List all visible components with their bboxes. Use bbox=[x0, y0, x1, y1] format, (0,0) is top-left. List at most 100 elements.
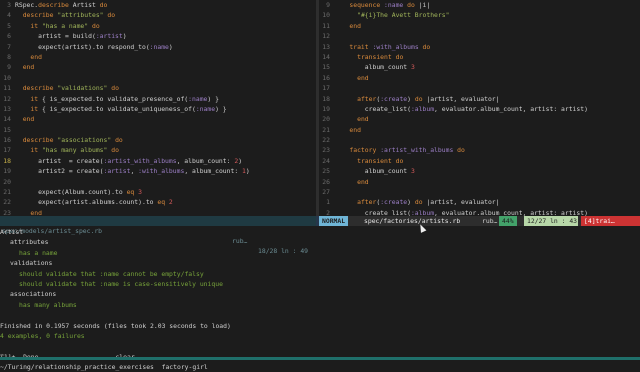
code-text[interactable]: create_list(:album, evaluator.album_coun… bbox=[334, 209, 588, 216]
code-line[interactable]: 22 expect(artist.albums.count).to eq 2 bbox=[0, 197, 316, 207]
code-line[interactable]: 21 end bbox=[319, 125, 640, 135]
code-line[interactable]: 4 describe "attributes" do bbox=[0, 10, 316, 20]
code-line[interactable]: 12 bbox=[319, 31, 640, 41]
code-text[interactable]: end bbox=[334, 126, 361, 134]
terminal-output[interactable]: Artist attributes has a name validations sho… bbox=[0, 227, 640, 371]
code-text[interactable]: trait :with_albums do bbox=[334, 43, 430, 51]
code-text[interactable]: describe "associations" do bbox=[15, 136, 123, 144]
line-number: 11 bbox=[322, 21, 330, 30]
code-text[interactable]: it { is_expected.to validate_presence_of… bbox=[15, 95, 219, 103]
code-line[interactable]: 15 album_count 3 bbox=[319, 62, 640, 72]
code-line[interactable]: 3 RSpec.describe Artist do bbox=[0, 0, 316, 10]
code-text[interactable]: it "has a name" do bbox=[15, 22, 99, 30]
code-text[interactable]: factory :artist_with_albums do bbox=[334, 146, 464, 154]
scroll-percent: 44% bbox=[499, 216, 517, 226]
code-text[interactable]: RSpec.describe Artist do bbox=[15, 1, 107, 9]
terminal-line: Artist bbox=[0, 228, 24, 236]
code-line[interactable]: 23 factory :artist_with_albums do bbox=[319, 145, 640, 155]
code-line[interactable]: 11 describe "validations" do bbox=[0, 83, 316, 93]
code-line[interactable]: 27 bbox=[319, 187, 640, 197]
code-line[interactable]: 20 bbox=[0, 177, 316, 187]
code-text[interactable]: artist = create(:artist_with_albums, alb… bbox=[15, 157, 242, 165]
right-status-file: spec/factories/artists.rb bbox=[364, 217, 461, 225]
code-line[interactable]: 18 after(:create) do |artist, evaluator| bbox=[319, 94, 640, 104]
code-line[interactable]: 25 album_count 3 bbox=[319, 166, 640, 176]
code-text[interactable]: describe "attributes" do bbox=[15, 11, 115, 19]
right-editor-pane[interactable]: 9 sequence :name do |i| 10 "#{i}The Avett… bbox=[319, 0, 640, 216]
code-text[interactable]: artist2 = create(:artist, :with_albums, … bbox=[15, 167, 250, 175]
line-number: 22 bbox=[3, 198, 11, 207]
code-line[interactable]: 13 it { is_expected.to validate_uniquene… bbox=[0, 104, 316, 114]
code-text[interactable]: describe "validations" do bbox=[15, 84, 119, 92]
code-line[interactable]: 23 end bbox=[0, 208, 316, 216]
terminal-line: attributes bbox=[10, 238, 49, 247]
line-number: 12 bbox=[3, 94, 11, 103]
code-text[interactable]: album_count 3 bbox=[334, 63, 415, 71]
code-text[interactable]: transient do bbox=[334, 53, 403, 61]
code-line[interactable]: 17 bbox=[319, 83, 640, 93]
code-text[interactable]: expect(artist.albums.count).to eq 2 bbox=[15, 198, 173, 206]
code-line[interactable]: 16 end bbox=[319, 73, 640, 83]
code-line[interactable]: 13 trait :with_albums do bbox=[319, 42, 640, 52]
code-line[interactable]: 24 transient do bbox=[319, 156, 640, 166]
code-text[interactable]: end bbox=[334, 115, 369, 123]
code-text[interactable]: album_count 3 bbox=[334, 167, 415, 175]
cursor-position: 12/27 ln : 43 bbox=[524, 216, 578, 226]
left-editor-pane[interactable]: 3 RSpec.describe Artist do 4 describe "att… bbox=[0, 0, 316, 216]
code-text[interactable]: end bbox=[15, 209, 42, 216]
terminal-line: should validate that :name cannot be emp… bbox=[19, 269, 204, 278]
code-line[interactable]: 11 end bbox=[319, 21, 640, 31]
code-text[interactable]: create_list(:album, evaluator.album_coun… bbox=[334, 105, 588, 113]
right-status: NORMAL spec/factories/artists.rb rub… 44… bbox=[319, 216, 640, 226]
code-line[interactable]: 19 create_list(:album, evaluator.album_c… bbox=[319, 104, 640, 114]
code-text[interactable]: end bbox=[15, 63, 35, 71]
code-line[interactable]: 26 end bbox=[319, 177, 640, 187]
code-line[interactable]: 19 artist2 = create(:artist, :with_album… bbox=[0, 166, 316, 176]
code-line[interactable]: 9 sequence :name do |i| bbox=[319, 0, 640, 10]
line-number: 15 bbox=[322, 63, 330, 72]
code-text[interactable]: expect(Album.count).to eq 3 bbox=[15, 188, 142, 196]
line-number: 13 bbox=[322, 42, 330, 51]
code-line[interactable]: 5 it "has a name" do bbox=[0, 21, 316, 31]
code-line[interactable]: 10 bbox=[0, 73, 316, 83]
code-text[interactable]: after(:create) do |artist, evaluator| bbox=[334, 95, 499, 103]
code-line[interactable]: 16 describe "associations" do bbox=[0, 135, 316, 145]
code-line[interactable]: 12 it { is_expected.to validate_presence… bbox=[0, 94, 316, 104]
code-line[interactable]: 17 it "has many albums" do bbox=[0, 145, 316, 155]
code-line[interactable]: 14 end bbox=[0, 114, 316, 124]
code-text[interactable]: transient do bbox=[334, 157, 403, 165]
code-text[interactable]: it "has many albums" do bbox=[15, 146, 119, 154]
code-line[interactable]: 2 create_list(:album, evaluator.album_co… bbox=[319, 208, 640, 216]
code-text[interactable]: it { is_expected.to validate_uniqueness_… bbox=[15, 105, 226, 113]
code-line[interactable]: 15 bbox=[0, 125, 316, 135]
code-text[interactable]: end bbox=[15, 53, 42, 61]
line-number: 19 bbox=[322, 104, 330, 113]
code-line[interactable]: 6 artist = build(:artist) bbox=[0, 31, 316, 41]
code-line[interactable]: 14 transient do bbox=[319, 52, 640, 62]
code-text[interactable]: artist = build(:artist) bbox=[15, 32, 127, 40]
code-line[interactable]: 20 end bbox=[319, 114, 640, 124]
code-text[interactable]: end bbox=[334, 74, 369, 82]
code-text[interactable]: end bbox=[334, 22, 361, 30]
code-line[interactable]: 18 artist = create(:artist_with_albums, … bbox=[0, 156, 316, 166]
line-number: 4 bbox=[7, 11, 11, 20]
code-line[interactable]: 8 end bbox=[0, 52, 316, 62]
code-text[interactable]: after(:create) do |artist, evaluator| bbox=[334, 198, 499, 206]
code-line[interactable]: 10 "#{i}The Avett Brothers" bbox=[319, 10, 640, 20]
code-line[interactable]: 1 after(:create) do |artist, evaluator| bbox=[319, 197, 640, 207]
code-text[interactable]: end bbox=[15, 115, 35, 123]
code-line[interactable]: 21 expect(Album.count).to eq 3 bbox=[0, 187, 316, 197]
code-line[interactable]: 22 bbox=[319, 135, 640, 145]
code-text[interactable]: end bbox=[334, 178, 369, 186]
code-line[interactable]: 7 expect(artist).to respond_to(:name) bbox=[0, 42, 316, 52]
line-number: 25 bbox=[322, 167, 330, 176]
code-text[interactable]: expect(artist).to respond_to(:name) bbox=[15, 43, 173, 51]
left-status: spec/models/artist_spec.rb rub… 18/28 ln… bbox=[0, 216, 316, 255]
line-number: 16 bbox=[322, 73, 330, 82]
line-number: 8 bbox=[7, 52, 11, 61]
code-line[interactable]: 9 end bbox=[0, 62, 316, 72]
code-text[interactable]: sequence :name do |i| bbox=[334, 1, 430, 9]
code-text[interactable]: "#{i}The Avett Brothers" bbox=[334, 11, 449, 19]
right-status-filetype: rub… bbox=[482, 217, 498, 225]
